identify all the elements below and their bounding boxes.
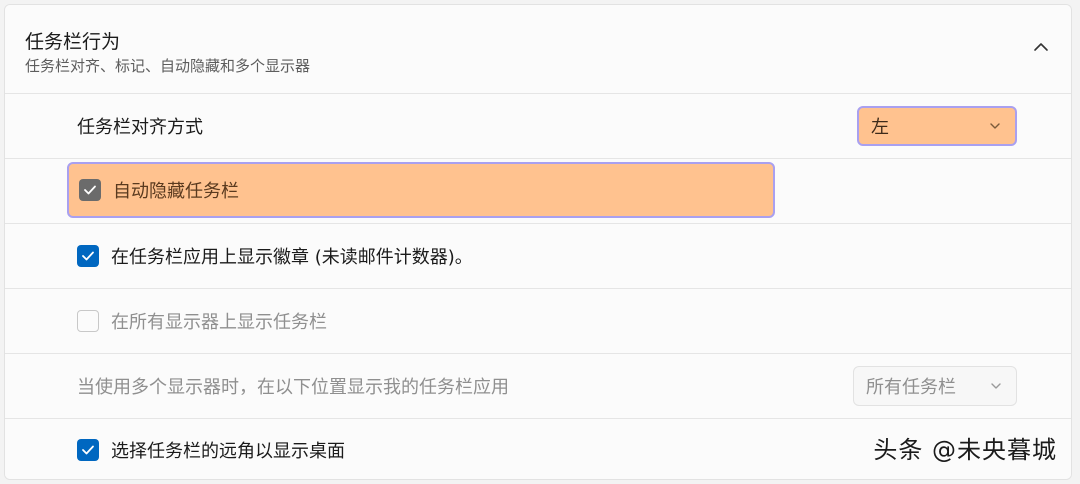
- show-badges-option[interactable]: 在任务栏应用上显示徽章 (未读邮件计数器)。: [67, 227, 473, 285]
- chevron-down-icon: [989, 119, 1003, 133]
- row-multi-display: 当使用多个显示器时，在以下位置显示我的任务栏应用 所有任务栏: [5, 354, 1071, 419]
- far-corner-label: 选择任务栏的远角以显示桌面: [111, 441, 345, 462]
- multi-display-value: 所有任务栏: [866, 377, 956, 398]
- row-show-badges: 在任务栏应用上显示徽章 (未读邮件计数器)。: [5, 224, 1071, 289]
- show-badges-checkbox[interactable]: [77, 245, 99, 267]
- row-all-displays: 在所有显示器上显示任务栏: [5, 289, 1071, 354]
- section-header[interactable]: 任务栏行为 任务栏对齐、标记、自动隐藏和多个显示器: [5, 5, 1071, 94]
- taskbar-alignment-label: 任务栏对齐方式: [77, 117, 203, 138]
- taskbar-alignment-value: 左: [871, 117, 889, 138]
- taskbar-alignment-dropdown[interactable]: 左: [857, 106, 1017, 146]
- row-auto-hide: 自动隐藏任务栏: [5, 159, 1071, 224]
- auto-hide-highlight[interactable]: 自动隐藏任务栏: [67, 162, 775, 218]
- section-title: 任务栏行为: [25, 31, 121, 53]
- auto-hide-label: 自动隐藏任务栏: [113, 181, 239, 202]
- watermark-text: 头条 @未央暮城: [873, 436, 1057, 464]
- far-corner-checkbox[interactable]: [77, 439, 99, 461]
- far-corner-option[interactable]: 选择任务栏的远角以显示桌面: [67, 421, 345, 479]
- auto-hide-checkbox[interactable]: [79, 179, 101, 201]
- chevron-up-icon[interactable]: [1029, 35, 1053, 59]
- row-taskbar-alignment: 任务栏对齐方式 左: [5, 94, 1071, 159]
- multi-display-dropdown[interactable]: 所有任务栏: [853, 366, 1017, 406]
- multi-display-label: 当使用多个显示器时，在以下位置显示我的任务栏应用: [77, 377, 509, 398]
- chevron-down-icon: [990, 379, 1004, 393]
- all-displays-checkbox[interactable]: [77, 310, 99, 332]
- section-subtitle: 任务栏对齐、标记、自动隐藏和多个显示器: [25, 57, 311, 75]
- show-badges-label: 在任务栏应用上显示徽章 (未读邮件计数器)。: [111, 247, 473, 268]
- taskbar-behaviors-panel: 任务栏行为 任务栏对齐、标记、自动隐藏和多个显示器 任务栏对齐方式 左 自动隐藏…: [4, 4, 1072, 480]
- all-displays-option[interactable]: 在所有显示器上显示任务栏: [67, 292, 327, 350]
- all-displays-label: 在所有显示器上显示任务栏: [111, 312, 327, 333]
